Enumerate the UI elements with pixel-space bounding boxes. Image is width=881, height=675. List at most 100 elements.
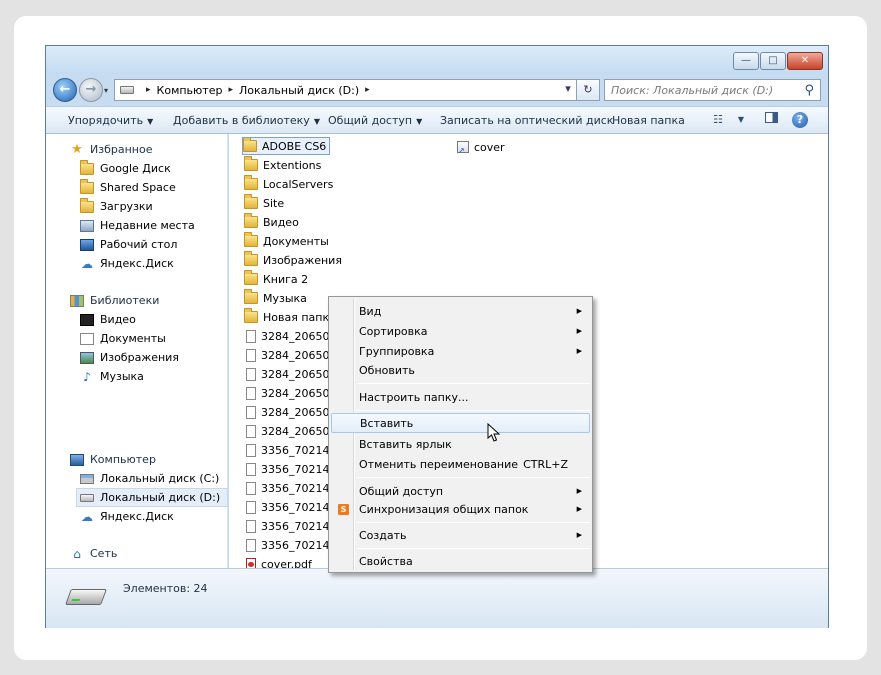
file-item-folder[interactable]: Книга 2 bbox=[244, 270, 308, 288]
nav-item-label: Яндекс.Диск bbox=[100, 510, 174, 523]
file-item-shortcut[interactable]: cover bbox=[457, 138, 505, 156]
file-item-folder[interactable]: Музыка bbox=[244, 289, 307, 307]
menu-item-label: Обновить bbox=[359, 363, 415, 377]
file-icon bbox=[246, 481, 256, 495]
nav-item-label: Загрузки bbox=[100, 200, 153, 213]
nav-library-documents[interactable]: Документы bbox=[80, 329, 166, 348]
nav-shared-space[interactable]: Shared Space bbox=[80, 178, 176, 197]
folder-icon bbox=[244, 232, 258, 247]
nav-drive-c[interactable]: Локальный диск (C:) bbox=[80, 469, 219, 488]
breadcrumb-computer[interactable]: Компьютер bbox=[157, 84, 223, 97]
help-button[interactable]: ? bbox=[792, 112, 808, 128]
menu-item-paste[interactable]: Вставить bbox=[331, 413, 590, 433]
nav-item-label: Изображения bbox=[100, 351, 179, 364]
menu-item-sort[interactable]: Сортировка ▶ bbox=[331, 321, 590, 341]
menu-item-sync-shared-folders[interactable]: S Синхронизация общих папок ▶ bbox=[331, 499, 590, 519]
folder-icon bbox=[244, 156, 258, 171]
nav-library-video[interactable]: Видео bbox=[80, 310, 136, 329]
navigation-pane: ★ Избранное Google Диск Shared Space Загр… bbox=[46, 134, 228, 568]
menu-item-label: Синхронизация общих папок bbox=[359, 502, 529, 516]
close-button[interactable]: ✕ bbox=[787, 52, 823, 70]
nav-google-drive[interactable]: Google Диск bbox=[80, 159, 171, 178]
breadcrumb-separator-icon[interactable]: ▸ bbox=[146, 85, 151, 95]
items-count: Элементов: 24 bbox=[123, 582, 208, 595]
nav-item-label: Документы bbox=[100, 332, 166, 345]
drive-icon bbox=[120, 86, 134, 94]
nav-desktop[interactable]: Рабочий стол bbox=[80, 235, 177, 254]
burn-button[interactable]: Записать на оптический диск bbox=[440, 114, 613, 127]
menu-item-label: Создать bbox=[359, 528, 407, 542]
chevron-down-icon: ▼ bbox=[147, 117, 154, 126]
yandex-disk-icon: ☁ bbox=[81, 509, 93, 524]
add-to-library-button[interactable]: Добавить в библиотеку ▼ bbox=[173, 114, 320, 127]
nav-library-music[interactable]: ♪ Музыка bbox=[80, 367, 144, 386]
nav-downloads[interactable]: Загрузки bbox=[80, 197, 153, 216]
maximize-button[interactable]: □ bbox=[760, 52, 786, 70]
menu-item-group[interactable]: Группировка ▶ bbox=[331, 341, 590, 361]
file-icon bbox=[246, 443, 256, 457]
computer-icon bbox=[70, 453, 84, 466]
menu-item-label: Группировка bbox=[359, 344, 435, 358]
file-item-folder[interactable]: Новая папка bbox=[244, 308, 336, 326]
menu-item-view[interactable]: Вид ▶ bbox=[331, 301, 590, 321]
file-icon bbox=[246, 424, 256, 438]
file-item-folder[interactable]: Документы bbox=[244, 232, 329, 250]
nav-item-label: Локальный диск (D:) bbox=[100, 491, 221, 504]
file-item-folder[interactable]: Видео bbox=[244, 213, 299, 231]
documents-library-icon bbox=[80, 332, 94, 345]
file-name: ADOBE CS6 bbox=[262, 139, 327, 153]
nav-favorites[interactable]: ★ Избранное bbox=[70, 140, 152, 159]
breadcrumb-drive-d[interactable]: Локальный диск (D:) bbox=[239, 84, 359, 97]
breadcrumb-separator-icon[interactable]: ▸ bbox=[228, 85, 233, 95]
history-dropdown-icon[interactable]: ▾ bbox=[104, 86, 108, 95]
preview-pane-button[interactable] bbox=[762, 112, 780, 128]
search-input[interactable]: Поиск: Локальный диск (D:) ⚲ bbox=[604, 79, 821, 101]
menu-item-properties[interactable]: Свойства bbox=[331, 551, 590, 571]
nav-library-images[interactable]: Изображения bbox=[80, 348, 179, 367]
share-button[interactable]: Общий доступ ▼ bbox=[328, 114, 422, 127]
view-options-icon[interactable]: ☷ bbox=[709, 112, 727, 128]
file-name: Видео bbox=[263, 215, 299, 229]
new-folder-button[interactable]: Новая папка bbox=[612, 114, 685, 127]
menu-item-undo-rename[interactable]: Отменить переименование CTRL+Z bbox=[331, 454, 590, 474]
search-placeholder: Поиск: Локальный диск (D:) bbox=[611, 83, 774, 97]
refresh-button[interactable]: ↻ bbox=[576, 79, 600, 101]
file-item-folder[interactable]: Extentions bbox=[244, 156, 321, 174]
file-item-folder[interactable]: ADOBE CS6 bbox=[242, 137, 331, 155]
libraries-icon bbox=[70, 294, 84, 307]
file-icon bbox=[246, 386, 256, 400]
nav-computer[interactable]: Компьютер bbox=[70, 450, 156, 469]
menu-item-create[interactable]: Создать ▶ bbox=[331, 525, 590, 545]
file-name: Extentions bbox=[263, 158, 322, 172]
nav-network[interactable]: ⌂ Сеть bbox=[70, 544, 117, 563]
file-icon bbox=[246, 519, 256, 533]
menu-item-share[interactable]: Общий доступ ▶ bbox=[331, 481, 590, 501]
nav-libraries[interactable]: Библиотеки bbox=[70, 291, 159, 310]
nav-drive-d[interactable]: Локальный диск (D:) bbox=[76, 488, 228, 507]
desktop-icon bbox=[80, 238, 94, 251]
nav-recent-places[interactable]: Недавние места bbox=[80, 216, 195, 235]
menu-item-refresh[interactable]: Обновить bbox=[331, 360, 590, 380]
breadcrumb-separator-icon[interactable]: ▸ bbox=[365, 85, 370, 95]
sync-icon: S bbox=[338, 503, 349, 515]
nav-yandex-disk[interactable]: ☁ Яндекс.Диск bbox=[80, 254, 174, 273]
file-item-folder[interactable]: Site bbox=[244, 194, 284, 212]
drive-icon bbox=[65, 589, 107, 605]
address-row: ← → ▾ ▸ Компьютер ▸ Локальный диск (D:) … bbox=[46, 74, 828, 106]
menu-item-customize-folder[interactable]: Настроить папку... bbox=[331, 387, 590, 407]
menu-separator bbox=[357, 477, 590, 478]
forward-button[interactable]: → bbox=[79, 78, 103, 102]
back-button[interactable]: ← bbox=[53, 78, 77, 102]
search-icon[interactable]: ⚲ bbox=[804, 83, 814, 98]
nav-computer-yandex-disk[interactable]: ☁ Яндекс.Диск bbox=[80, 507, 174, 526]
address-bar[interactable]: ▸ Компьютер ▸ Локальный диск (D:) ▸ bbox=[114, 79, 600, 101]
folder-icon bbox=[243, 138, 257, 152]
minimize-button[interactable]: — bbox=[733, 52, 759, 70]
file-item-folder[interactable]: LocalServers bbox=[244, 175, 333, 193]
view-dropdown-icon[interactable]: ▼ bbox=[732, 112, 750, 128]
organize-button[interactable]: Упорядочить ▼ bbox=[68, 114, 153, 127]
file-item-folder[interactable]: Изображения bbox=[244, 251, 342, 269]
menu-item-paste-shortcut[interactable]: Вставить ярлык bbox=[331, 434, 590, 454]
menu-item-label: Вставить ярлык bbox=[359, 437, 452, 451]
star-icon: ★ bbox=[71, 141, 83, 157]
